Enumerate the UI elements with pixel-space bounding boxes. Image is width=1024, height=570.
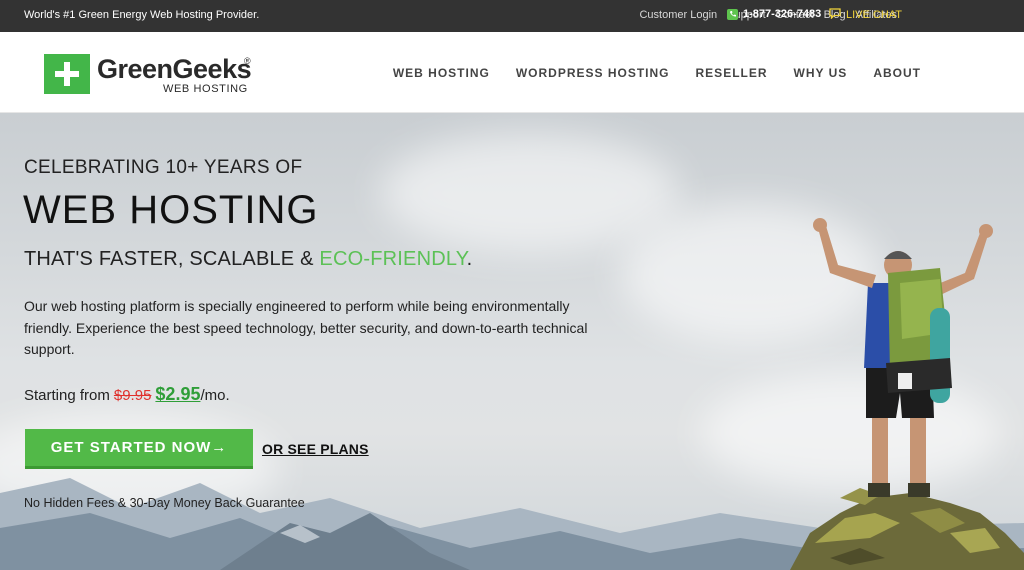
hero-subtitle-suffix: . [466,248,473,270]
nav-about[interactable]: ABOUT [873,66,921,80]
live-chat-label: LIVE CHAT [846,9,903,21]
nav-reseller[interactable]: RESELLER [696,66,768,80]
get-started-button[interactable]: GET STARTED NOW→ [25,429,253,469]
new-price: $2.95 [155,384,201,404]
hero-title: WEB HOSTING [23,188,319,232]
cloud-shape [380,133,680,253]
logo-wordmark: GreenGeeks ® WEB HOSTING [97,54,252,95]
price-suffix: /mo. [200,387,230,404]
phone-number: 1-877-326-7483 [743,8,822,20]
phone-icon [727,8,738,20]
logo[interactable]: GreenGeeks ® WEB HOSTING [44,54,252,95]
live-chat-link[interactable]: LIVE CHAT [829,8,902,22]
logo-plus-icon [44,54,90,94]
hiker-image [790,218,1024,570]
hero-subtitle: THAT'S FASTER, SCALABLE & ECO-FRIENDLY. [24,248,472,271]
hero-kicker: CELEBRATING 10+ YEARS OF [24,157,303,178]
phone-link[interactable]: 1-877-326-7483 [727,8,821,20]
main-nav: WEB HOSTING WORDPRESS HOSTING RESELLER W… [393,66,921,80]
hero-subtitle-eco: ECO-FRIENDLY [319,248,467,270]
logo-subtitle: WEB HOSTING [163,83,248,95]
chat-icon [829,8,841,22]
logo-name: GreenGeeks [97,54,252,84]
hero-section: CELEBRATING 10+ YEARS OF WEB HOSTING THA… [0,113,1024,570]
top-bar: World's #1 Green Energy Web Hosting Prov… [0,0,1024,32]
nav-why-us[interactable]: WHY US [794,66,848,80]
site-header: GreenGeeks ® WEB HOSTING WEB HOSTING WOR… [0,32,1024,113]
tagline: World's #1 Green Energy Web Hosting Prov… [24,9,260,21]
guarantee-text: No Hidden Fees & 30-Day Money Back Guara… [24,496,305,510]
customer-login-link[interactable]: Customer Login [639,9,717,21]
see-plans-link[interactable]: OR SEE PLANS [262,441,369,457]
hero-description: Our web hosting platform is specially en… [24,298,588,357]
price-prefix: Starting from [24,387,110,404]
old-price: $9.95 [113,387,152,404]
logo-registered-mark: ® [244,56,251,66]
hero-subtitle-prefix: THAT'S FASTER, SCALABLE & [24,248,320,270]
price-line: Starting from $9.95 $2.95 /mo. [24,384,230,405]
nav-wordpress-hosting[interactable]: WORDPRESS HOSTING [516,66,670,80]
nav-web-hosting[interactable]: WEB HOSTING [393,66,490,80]
